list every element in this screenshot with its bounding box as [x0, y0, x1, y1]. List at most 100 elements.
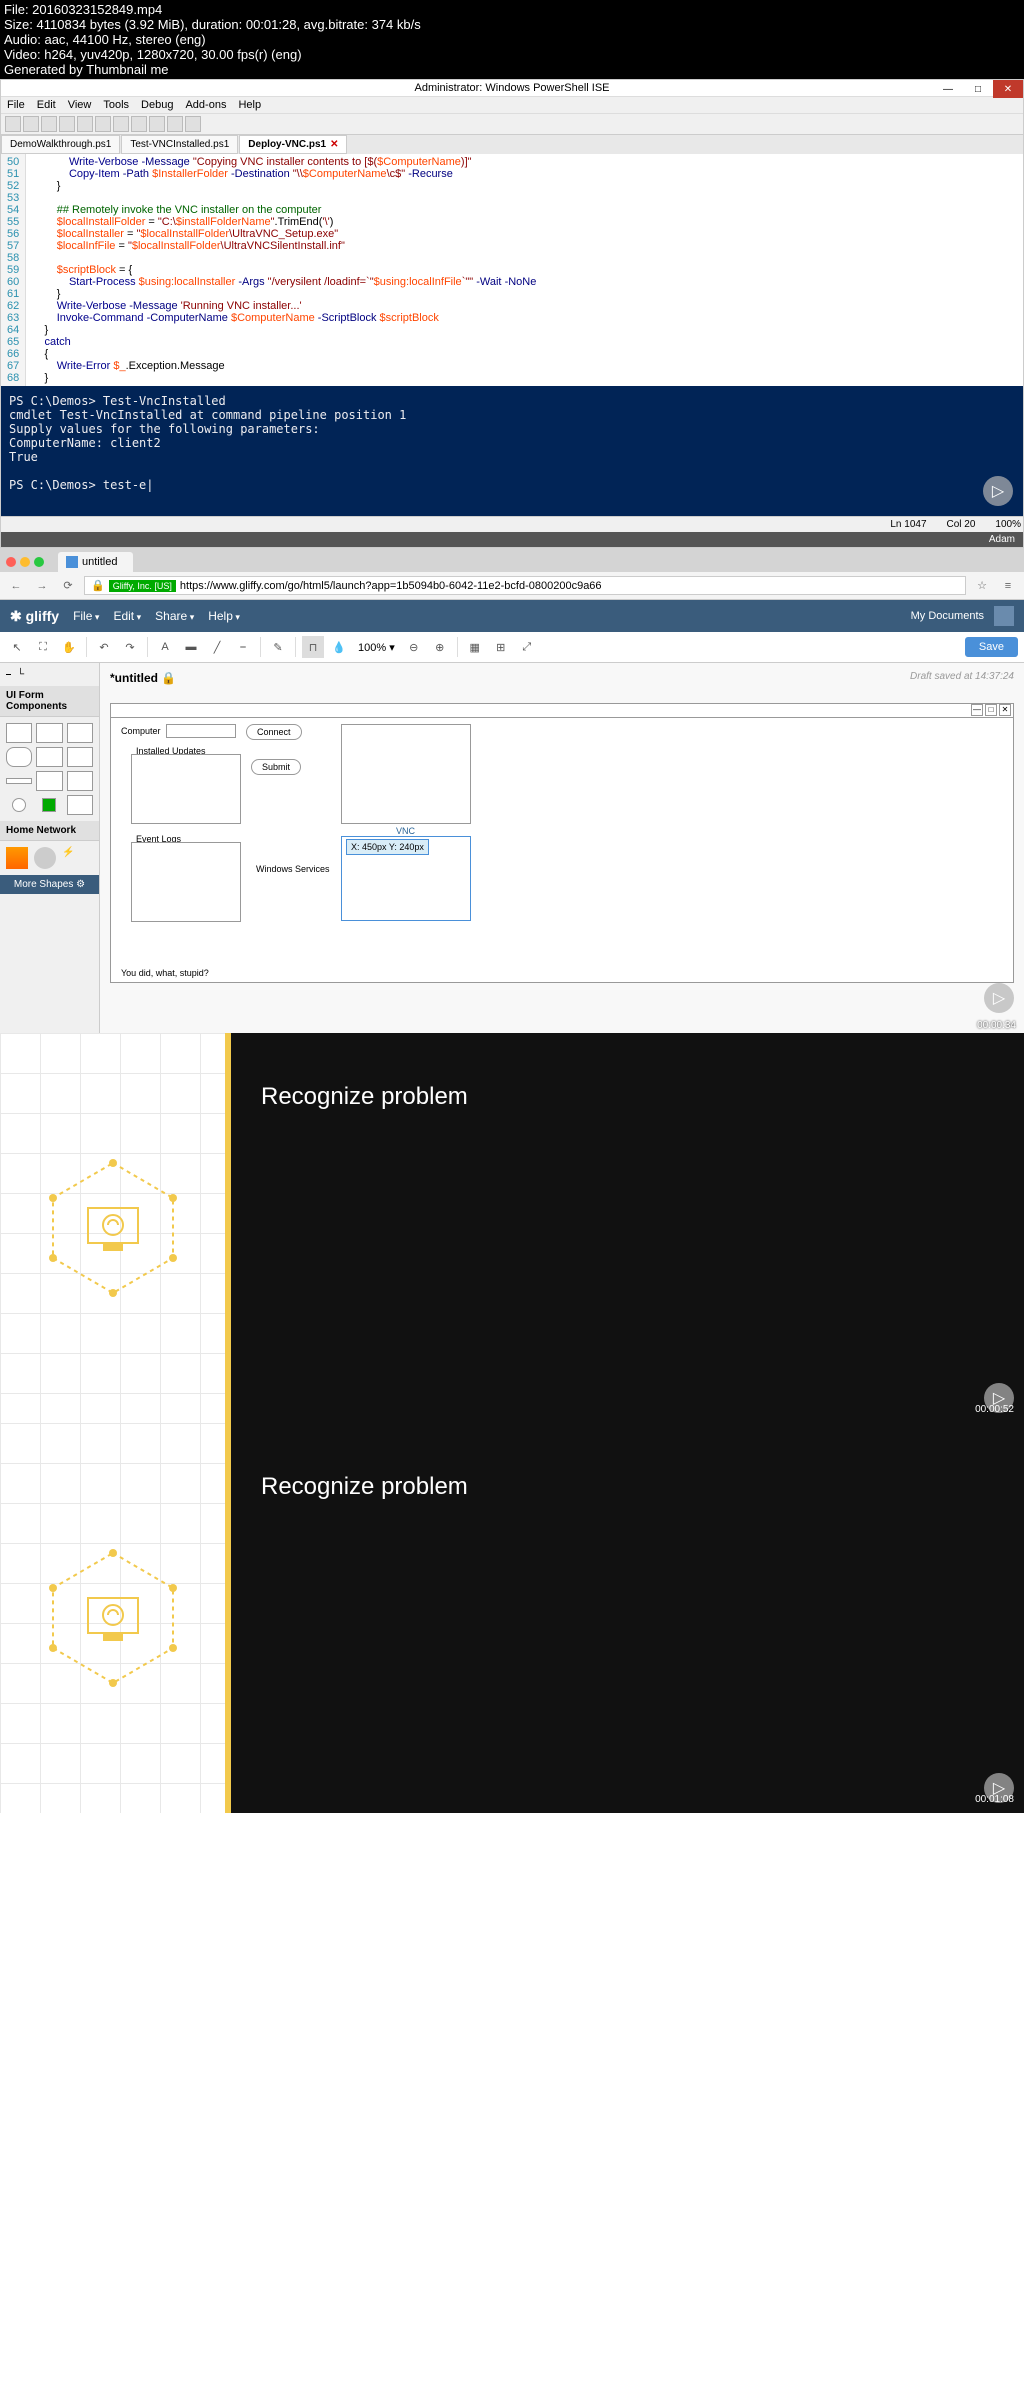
zoom-in-icon[interactable]: ⊕	[429, 636, 451, 658]
console-pane[interactable]: PS C:\Demos> Test-VncInstalled cmdlet Te…	[1, 386, 1023, 516]
toolbar-undo-icon[interactable]	[113, 116, 129, 132]
browser-tab[interactable]: untitled	[58, 552, 133, 572]
box-vnc-top[interactable]	[341, 724, 471, 824]
hex-icon	[43, 1158, 183, 1298]
video-timestamp: 00:01:08	[975, 1794, 1014, 1805]
submit-button[interactable]: Submit	[251, 759, 301, 775]
undo-icon[interactable]: ↶	[93, 636, 115, 658]
close-button[interactable]: ✕	[993, 80, 1023, 98]
menu-tools[interactable]: Tools	[103, 99, 129, 111]
shape-panel[interactable]	[36, 723, 62, 743]
box-installed[interactable]	[131, 754, 241, 824]
shape-input[interactable]	[36, 747, 62, 767]
my-documents-link[interactable]: My Documents	[911, 610, 984, 622]
gliffy-logo[interactable]: ✱ gliffy	[10, 608, 59, 625]
toolbar-open-icon[interactable]	[23, 116, 39, 132]
menu-edit[interactable]: Edit	[113, 609, 141, 623]
menu-file[interactable]: File	[7, 99, 25, 111]
toolbar-paste-icon[interactable]	[95, 116, 111, 132]
shape-textarea[interactable]	[67, 747, 93, 767]
toolbar-save-icon[interactable]	[41, 116, 57, 132]
menu-addons[interactable]: Add-ons	[185, 99, 226, 111]
menu-share[interactable]: Share	[155, 609, 194, 623]
slide-1: Recognize problem ▷ 00:00:52	[0, 1033, 1024, 1423]
grid-icon[interactable]: ▦	[464, 636, 486, 658]
play-icon[interactable]: ▷	[983, 476, 1013, 506]
menu-help[interactable]: Help	[208, 609, 240, 623]
toolbar-cut-icon[interactable]	[59, 116, 75, 132]
menu-debug[interactable]: Debug	[141, 99, 173, 111]
minimize-button[interactable]: —	[933, 80, 963, 98]
shape-radio[interactable]	[12, 798, 26, 812]
pencil-tool-icon[interactable]: ✎	[267, 636, 289, 658]
connect-button[interactable]: Connect	[246, 724, 302, 740]
hand-tool-icon[interactable]: ✋	[58, 636, 80, 658]
drop-icon[interactable]: 💧	[328, 636, 350, 658]
lightning-icon[interactable]: ⚡	[62, 847, 84, 869]
shape-check[interactable]	[42, 798, 56, 812]
redo-icon[interactable]: ↷	[119, 636, 141, 658]
maximize-button[interactable]: □	[963, 80, 993, 98]
bookmark-icon[interactable]: ☆	[972, 579, 992, 592]
router-icon[interactable]	[6, 847, 28, 869]
position-tooltip: X: 450px Y: 240px	[346, 839, 429, 855]
input-computer[interactable]	[166, 724, 236, 738]
zoom-out-icon[interactable]: ⊖	[403, 636, 425, 658]
mac-minimize-icon[interactable]	[20, 557, 30, 567]
category-home-network[interactable]: Home Network	[0, 821, 99, 841]
menu-icon[interactable]: ≡	[998, 580, 1018, 592]
document-title: *untitled 🔒	[110, 671, 176, 685]
shape-window[interactable]	[6, 723, 32, 743]
line-tool-icon[interactable]: ╱	[206, 636, 228, 658]
tab-close-icon[interactable]: ✕	[330, 139, 338, 150]
toolbar-stop-icon[interactable]	[185, 116, 201, 132]
menu-edit[interactable]: Edit	[37, 99, 56, 111]
toolbar-redo-icon[interactable]	[131, 116, 147, 132]
forward-button[interactable]: →	[32, 580, 52, 592]
pointer-tool-icon[interactable]: ↖	[6, 636, 28, 658]
toolbar-copy-icon[interactable]	[77, 116, 93, 132]
wireframe-window[interactable]: — □ ✕ Computer Connect Installed Updates…	[110, 703, 1014, 983]
shape-frame[interactable]	[67, 723, 93, 743]
shape-table[interactable]	[67, 795, 93, 815]
magnet-icon[interactable]: ⊓	[302, 636, 324, 658]
fill-tool-icon[interactable]: ▬	[180, 636, 202, 658]
menu-help[interactable]: Help	[238, 99, 261, 111]
zoom-level[interactable]: 100% ▾	[354, 641, 399, 654]
center-icon[interactable]: ⊞	[490, 636, 512, 658]
back-button[interactable]: ←	[6, 580, 26, 592]
toolbar-run-icon[interactable]	[149, 116, 165, 132]
tab-test-vnc[interactable]: Test-VNCInstalled.ps1	[121, 135, 238, 154]
mac-close-icon[interactable]	[6, 557, 16, 567]
canvas-area[interactable]: *untitled 🔒 Draft saved at 14:37:24 — □ …	[100, 663, 1024, 1033]
save-button[interactable]: Save	[965, 637, 1018, 657]
code-content[interactable]: Write-Verbose -Message "Copying VNC inst…	[26, 154, 542, 386]
shape-button[interactable]	[6, 747, 32, 767]
text-tool-icon[interactable]: A	[154, 636, 176, 658]
expand-icon[interactable]: ⤢	[516, 636, 538, 658]
shape-label[interactable]	[67, 771, 93, 791]
cloud-icon[interactable]	[34, 847, 56, 869]
user-avatar-icon[interactable]	[994, 606, 1014, 626]
toolbar-new-icon[interactable]	[5, 116, 21, 132]
more-shapes-button[interactable]: More Shapes ⚙	[0, 875, 99, 894]
slide-heading: Recognize problem	[261, 1473, 994, 1501]
tab-deploy-vnc[interactable]: Deploy-VNC.ps1✕	[239, 135, 347, 154]
address-bar[interactable]: 🔒 Gliffy, Inc. [US] https://www.gliffy.c…	[84, 576, 966, 595]
connector-straight-icon[interactable]: ⎯	[6, 669, 11, 680]
play-icon[interactable]: ▷	[984, 983, 1014, 1013]
toolbar-run-selection-icon[interactable]	[167, 116, 183, 132]
shape-slider[interactable]	[6, 778, 32, 784]
shape-combo[interactable]	[36, 771, 62, 791]
mac-zoom-icon[interactable]	[34, 557, 44, 567]
connector-elbow-icon[interactable]: └	[17, 669, 24, 680]
reload-button[interactable]: ⟳	[58, 579, 78, 592]
fit-tool-icon[interactable]: ⛶	[32, 636, 54, 658]
connector-tool-icon[interactable]: ⎯	[232, 636, 254, 658]
code-editor[interactable]: 50 51 52 53 54 55 56 57 58 59 60 61 62 6…	[1, 154, 1023, 386]
menu-file[interactable]: File	[73, 609, 99, 623]
category-ui-form[interactable]: UI Form Components	[0, 686, 99, 717]
menu-view[interactable]: View	[68, 99, 92, 111]
box-eventlogs[interactable]	[131, 842, 241, 922]
tab-demo[interactable]: DemoWalkthrough.ps1	[1, 135, 120, 154]
